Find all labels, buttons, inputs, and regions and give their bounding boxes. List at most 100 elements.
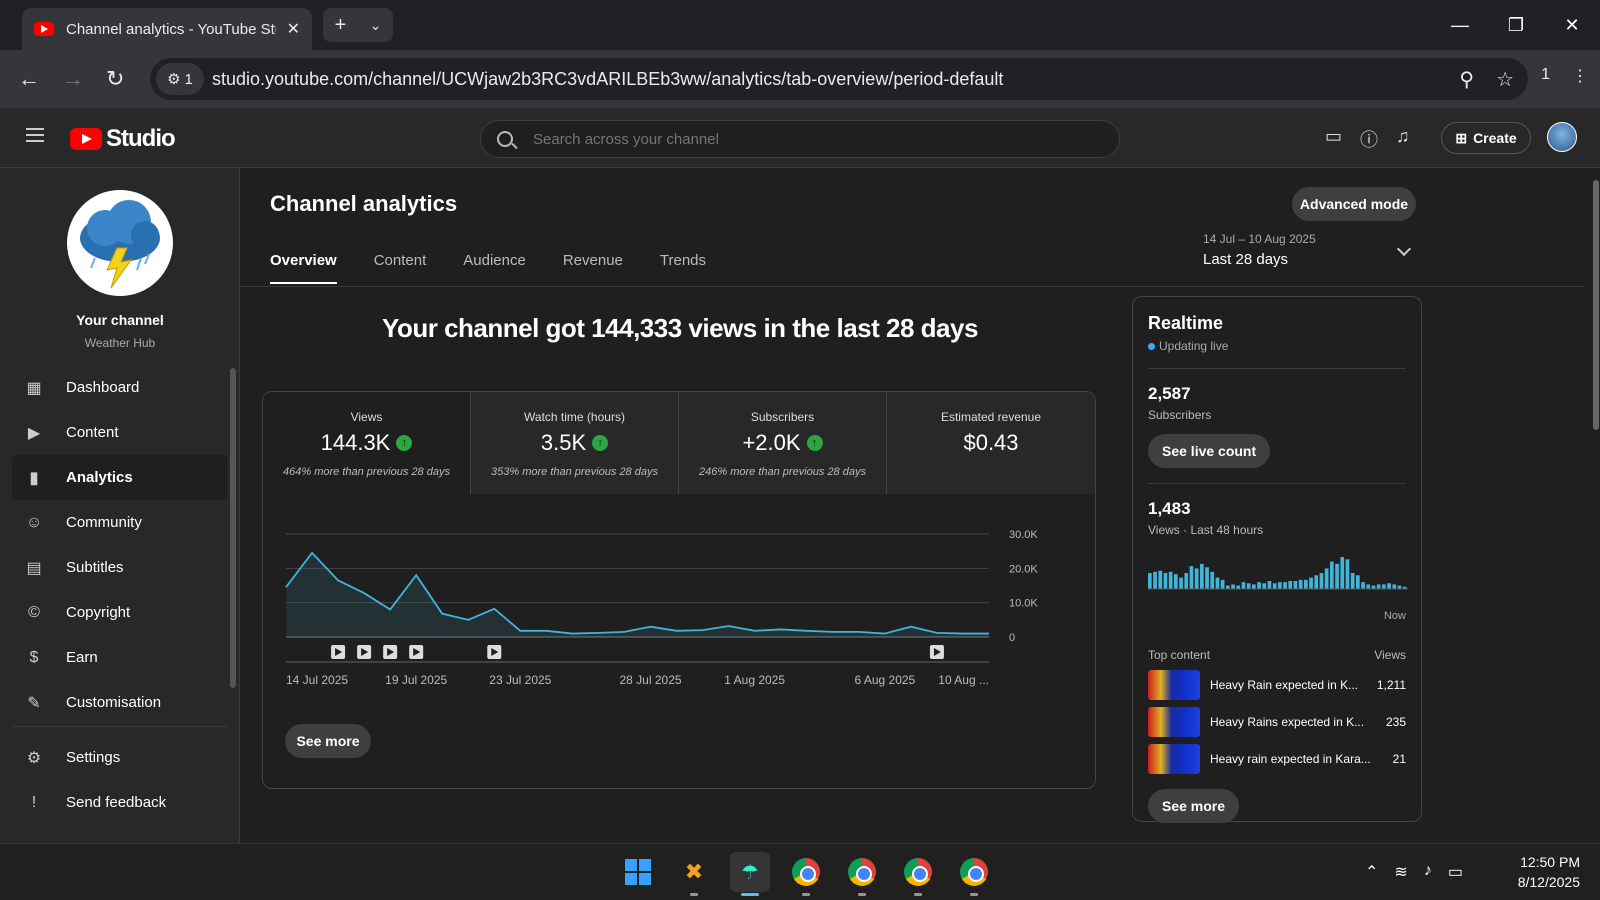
close-window-icon[interactable]: ✕ <box>1544 0 1600 50</box>
y-tick-label: 20.0K <box>1009 563 1038 575</box>
sidebar-item-label: Settings <box>66 749 121 766</box>
headline: Your channel got 144,333 views in the la… <box>382 313 978 343</box>
tab-search-chevron-icon[interactable]: ⌄ <box>370 17 382 34</box>
channel-avatar[interactable] <box>67 190 173 296</box>
forward-icon[interactable]: → <box>62 66 84 92</box>
realtime-bar <box>1382 584 1386 589</box>
search-input[interactable] <box>533 130 1093 148</box>
taskbar-app-1[interactable]: ✖ <box>674 852 714 896</box>
sidebar-item-label: Subtitles <box>66 559 124 576</box>
omnibox[interactable]: ⚙ 1 studio.youtube.com/channel/UCWjaw2b3… <box>150 58 1528 100</box>
sidebar-item-copyright[interactable]: © Copyright <box>12 590 228 635</box>
battery-icon[interactable]: ▭ <box>1448 862 1463 882</box>
sidebar-item-label: Dashboard <box>66 379 140 396</box>
main-scrollbar[interactable] <box>1593 180 1599 430</box>
realtime-bar <box>1330 561 1334 589</box>
tab-audience[interactable]: Audience <box>463 252 526 284</box>
restore-icon[interactable]: ❐ <box>1488 0 1544 50</box>
back-icon[interactable]: ← <box>18 66 40 92</box>
x-tick-label: 10 Aug ... <box>938 673 989 687</box>
minimize-icon[interactable]: — <box>1432 0 1488 50</box>
tab-close-icon[interactable]: ✕ <box>287 19 300 39</box>
metric-value-row: 144.3K ↑ <box>263 430 470 456</box>
y-tick-label: 10.0K <box>1009 598 1038 610</box>
bookmark-star-icon[interactable]: ☆ <box>1496 67 1514 92</box>
top-content-row[interactable]: Heavy rain expected in Kara... 21 <box>1148 744 1406 774</box>
top-content-row[interactable]: Heavy Rains expected in K... 235 <box>1148 707 1406 737</box>
settings-icon: ⚙ <box>26 749 42 767</box>
browser-tab-bar: Channel analytics - YouTube Studio ✕ + ⌄… <box>0 0 1600 50</box>
tab-overview[interactable]: Overview <box>270 252 337 284</box>
taskbar-chrome-4[interactable] <box>954 852 994 896</box>
sidebar-item-analytics[interactable]: ▮ Analytics <box>12 455 228 500</box>
site-chip-count: 1 <box>184 70 193 88</box>
sidebar-item-subtitles[interactable]: ▤ Subtitles <box>12 545 228 590</box>
main-content: Channel analytics Advanced mode Overview… <box>240 168 1585 843</box>
browser-tab[interactable]: Channel analytics - YouTube Studio ✕ <box>22 8 312 50</box>
site-info-chip[interactable]: ⚙ 1 <box>156 63 204 95</box>
new-tab-group: + ⌄ <box>323 8 393 42</box>
reload-icon[interactable]: ↻ <box>106 66 124 92</box>
sidebar-item-settings[interactable]: ⚙ Settings <box>12 735 228 780</box>
metric-subscribers[interactable]: Subscribers +2.0K ↑ 246% more than previous… <box>679 392 887 494</box>
tab-revenue[interactable]: Revenue <box>563 252 623 284</box>
sidebar-item-customisation[interactable]: ✎ Customisation <box>12 680 228 725</box>
sidebar-item-community[interactable]: ☺ Community <box>12 500 228 545</box>
earn-icon: $ <box>29 648 39 666</box>
browser-menu-icon[interactable]: ⋮ <box>1572 66 1588 86</box>
page-title: Channel analytics <box>270 191 458 216</box>
menu-icon[interactable] <box>26 128 44 142</box>
realtime-bar <box>1298 579 1303 589</box>
taskbar-chrome-3[interactable] <box>898 852 938 896</box>
metric-comparison: 246% more than previous 28 days <box>699 466 866 478</box>
start-button[interactable] <box>618 852 658 892</box>
realtime-see-more-button[interactable]: See more <box>1148 789 1240 823</box>
system-tray: ⌃ ≋ ♪ ▭ <box>1365 862 1463 882</box>
volume-icon[interactable]: ♪ <box>1424 862 1432 882</box>
notifications-bell-icon[interactable]: ♫ <box>1396 126 1410 152</box>
sidebar-item-content[interactable]: ▶ Content <box>12 410 228 455</box>
metric-estimated[interactable]: Estimated revenue $0.43 <box>887 392 1095 494</box>
metric-label: Views <box>350 410 383 424</box>
see-more-button[interactable]: See more <box>285 724 371 758</box>
studio-logo[interactable]: Studio <box>70 125 176 153</box>
wifi-icon[interactable]: ≋ <box>1394 862 1407 882</box>
account-avatar[interactable] <box>1547 122 1577 152</box>
y-tick-label: 0 <box>1009 632 1015 644</box>
url-text[interactable]: studio.youtube.com/channel/UCWjaw2b3RC3v… <box>212 69 1003 90</box>
metric-views[interactable]: Views 144.3K ↑ 464% more than previous 28 d… <box>263 392 471 494</box>
clock[interactable]: 12:50 PM 8/12/2025 <box>1480 852 1580 892</box>
sidebar-scrollbar[interactable] <box>230 368 236 688</box>
search-bar[interactable] <box>480 120 1120 158</box>
see-live-count-button[interactable]: See live count <box>1148 434 1271 468</box>
help-icon[interactable]: ⓘ <box>1360 126 1378 152</box>
taskbar-app-2[interactable]: ☂ <box>730 852 770 896</box>
metric-watch[interactable]: Watch time (hours) 3.5K ↑ 353% more than pr… <box>471 392 679 494</box>
profile-count[interactable]: 1 <box>1541 66 1550 86</box>
new-tab-icon[interactable]: + <box>335 14 347 37</box>
copyright-icon: © <box>28 603 40 621</box>
sidebar-item-earn[interactable]: $ Earn <box>12 635 228 680</box>
advanced-mode-button[interactable]: Advanced mode <box>1292 187 1416 221</box>
sidebar-item-send-feedback[interactable]: ! Send feedback <box>12 780 228 825</box>
realtime-bar <box>1200 563 1204 589</box>
sidebar-item-label: Send feedback <box>66 794 167 811</box>
comments-icon[interactable]: ▭ <box>1325 126 1342 152</box>
realtime-bar <box>1246 583 1251 589</box>
tray-chevron-up-icon[interactable]: ⌃ <box>1365 862 1378 882</box>
metric-comparison: 353% more than previous 28 days <box>491 466 658 478</box>
zoom-icon[interactable]: ⚲ <box>1459 67 1474 92</box>
taskbar-chrome-2[interactable] <box>842 852 882 896</box>
top-content-views-col: Views <box>1374 648 1406 662</box>
date-range-selector[interactable]: 14 Jul – 10 Aug 2025 Last 28 days <box>1203 232 1413 268</box>
tab-content[interactable]: Content <box>374 252 427 284</box>
realtime-bar <box>1220 579 1225 589</box>
top-content-row[interactable]: Heavy Rain expected in K... 1,211 <box>1148 670 1406 700</box>
realtime-views: 1,483 <box>1148 499 1191 518</box>
tab-trends[interactable]: Trends <box>660 252 706 284</box>
metric-label: Subscribers <box>750 410 815 424</box>
sidebar-item-label: Customisation <box>66 694 162 711</box>
sidebar-item-dashboard[interactable]: ▦ Dashboard <box>12 365 228 410</box>
taskbar-chrome-1[interactable] <box>786 852 826 896</box>
create-button[interactable]: ⊞ Create <box>1441 122 1531 154</box>
